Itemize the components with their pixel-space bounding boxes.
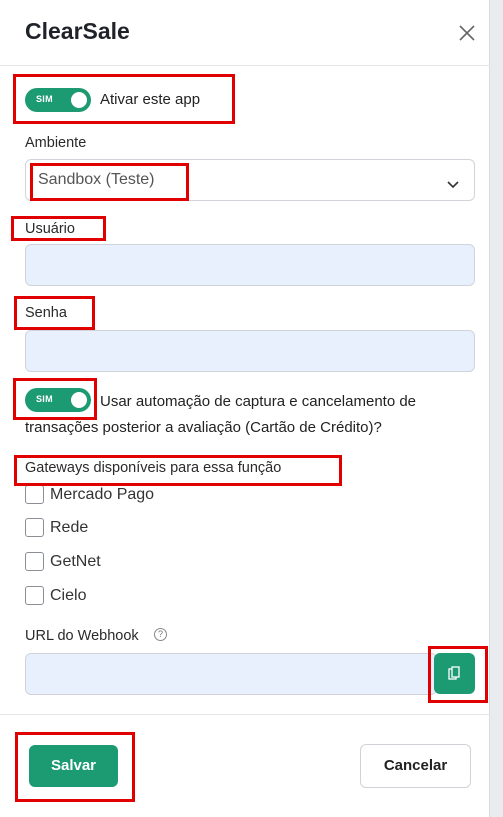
automation-toggle[interactable]: SIM (25, 388, 91, 412)
gateway-checkbox-mercado-pago[interactable] (25, 485, 44, 504)
environment-label: Ambiente (25, 135, 87, 151)
copy-webhook-button[interactable] (434, 653, 475, 694)
help-icon[interactable]: ? (154, 628, 167, 641)
background-page (490, 0, 503, 817)
toggle-knob (71, 392, 87, 408)
modal-header: ClearSale (0, 0, 490, 66)
automation-text-line2: transações posterior a avaliação (Cartão… (25, 419, 382, 436)
environment-select[interactable]: Sandbox (Teste) (25, 159, 475, 201)
toggle-knob (71, 92, 87, 108)
activate-app-toggle[interactable]: SIM (25, 88, 91, 112)
webhook-label: URL do Webhook (25, 628, 139, 644)
webhook-url-input[interactable] (25, 653, 437, 695)
user-input[interactable] (25, 244, 475, 286)
footer-divider (0, 714, 490, 715)
save-button[interactable]: Salvar (29, 745, 118, 787)
chevron-down-icon (446, 175, 460, 194)
password-label: Senha (25, 305, 67, 321)
modal-title: ClearSale (25, 18, 130, 44)
password-input[interactable] (25, 330, 475, 372)
user-label: Usuário (25, 221, 75, 237)
close-icon[interactable] (457, 23, 477, 43)
clearsale-modal: ClearSale SIM Ativar este app Ambiente S… (0, 0, 490, 817)
gateway-label-rede: Rede (50, 519, 89, 536)
toggle-label: SIM (36, 94, 53, 104)
cancel-button[interactable]: Cancelar (360, 744, 471, 788)
activate-app-label: Ativar este app (100, 91, 201, 108)
gateway-checkbox-cielo[interactable] (25, 586, 44, 605)
copy-icon (448, 666, 460, 680)
gateway-checkbox-getnet[interactable] (25, 552, 44, 571)
automation-text-line1: Usar automação de captura e cancelamento… (100, 393, 417, 410)
gateway-label-mercado-pago: Mercado Pago (50, 486, 155, 503)
gateway-label-cielo: Cielo (50, 587, 87, 604)
environment-value: Sandbox (Teste) (38, 171, 155, 188)
gateway-checkbox-rede[interactable] (25, 518, 44, 537)
toggle-label: SIM (36, 394, 53, 404)
gateways-label: Gateways disponíveis para essa função (25, 460, 282, 476)
gateway-label-getnet: GetNet (50, 553, 101, 570)
